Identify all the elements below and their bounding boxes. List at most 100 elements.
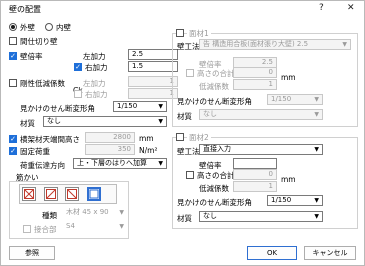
panel1-reduction-label: 低減係数 [199,82,229,91]
fixed-load-input[interactable]: 350 [85,144,135,155]
panel2-shear-select[interactable]: 1/150 ▼ [267,195,323,206]
dialog-window: 壁の配置 ? ✕ 外壁 内壁 間仕切り壁 壁倍率 左加力 2.5 右加力 1.5… [0,0,365,266]
wall-ratio-left-input[interactable]: 2.5 [128,49,178,60]
fixed-load-label: 固定荷重 [20,147,50,156]
load-direction-select[interactable]: 上・下層のはりへ加算 ▼ [73,158,167,169]
chevron-down-icon: ▼ [158,103,163,110]
horizontal-height-checkbox[interactable] [9,135,17,143]
panel1-material-select[interactable]: なし ▼ [199,109,323,120]
outer-wall-radio[interactable] [9,23,17,31]
chevron-down-icon: ▼ [314,96,319,103]
panel1-height-checkbox[interactable] [186,69,194,77]
brace-frame-icon [89,189,99,199]
window-title: 壁の配置 [9,5,41,14]
horizontal-height-unit: mm [139,134,154,143]
reduction-left-label: 左加力 [83,79,106,88]
wall-ratio-right-input[interactable]: 1.5 [128,61,178,72]
brace-none-button[interactable] [22,187,36,201]
brace-joint-select[interactable]: S4 ▼ [63,222,127,233]
panel2-material-select[interactable]: なし ▼ [199,211,323,222]
panel2-height-label: 高さの合計 [197,171,235,180]
cancel-button[interactable]: キャンセル [304,246,356,260]
panel1-height-label: 高さの合計 [197,69,235,78]
chevron-down-icon: ▼ [314,146,319,153]
chevron-down-icon: ▼ [158,118,163,125]
chevron-down-icon: ▼ [342,41,347,48]
panel2-checkbox[interactable] [176,133,184,141]
reduction-right-label: 右加力 [85,90,108,99]
brace-empty-button[interactable] [87,187,101,201]
chevron-down-icon: ▼ [314,111,319,118]
brace-joint-checkbox[interactable] [23,225,31,233]
panel2-method-label: 壁工法 [177,147,200,156]
reduction-right-checkbox[interactable] [74,90,82,98]
brace-diagonal-reverse-icon [67,189,77,199]
panel2-wall-ratio-input[interactable] [233,158,277,169]
panel2-height-checkbox[interactable] [186,171,194,179]
partition-wall-checkbox[interactable] [9,37,17,45]
load-direction-value: 上・下層のはりへ加算 [77,159,147,167]
right-force-checkbox[interactable] [74,63,82,71]
panel1-unit: mm [281,73,296,82]
panel2-title: 面材2 [187,132,211,143]
wall-ratio-right-label: 右加力 [85,63,108,72]
shear-angle-select[interactable]: 1/150 ▼ [113,101,167,112]
material-value: なし [47,117,61,125]
material-select[interactable]: なし ▼ [43,116,167,127]
reduction-left-input[interactable]: 1 [128,76,178,87]
reduction-checkbox[interactable] [9,79,17,87]
horizontal-height-label: 横架材天端間高さ [20,135,80,144]
brace-joint-value: S4 [66,222,75,230]
panel1-height-input[interactable]: 0 [233,67,277,78]
panel1-title: 面材1 [187,28,211,39]
horizontal-height-input[interactable]: 2800 [85,132,135,143]
panel1-shear-value: 1/150 [271,95,292,103]
panel2-unit: mm [281,175,296,184]
panel1-method-select[interactable]: 告 構造用合板(面材張り大壁) 2.5 ▼ [199,39,351,50]
outer-wall-label: 外壁 [20,23,35,32]
brace-diagonal-icon [46,189,56,199]
chevron-down-icon: ▼ [119,223,124,230]
ok-button[interactable]: OK [247,246,297,260]
help-button[interactable]: ? [319,3,324,13]
brace-diagonal-button[interactable] [44,187,58,201]
inner-wall-label: 内壁 [56,23,71,32]
panel2-shear-label: 見かけのせん断変形角 [177,198,252,207]
brace-joint-label: 接合部 [34,225,57,234]
panel1-method-label: 壁工法 [177,42,200,51]
panel2-method-select[interactable]: 直接入力 ▼ [199,144,323,155]
partition-wall-label: 間仕切り壁 [20,37,58,46]
panel1-shear-select[interactable]: 1/150 ▼ [267,94,323,105]
brace-x-icon [24,189,34,199]
reduction-right-input[interactable]: 1 [128,88,178,99]
panel2-reduction-label: 低減係数 [199,184,229,193]
brace-type-select[interactable]: 木材 45 x 90 ▼ [63,208,127,219]
inner-wall-radio[interactable] [45,23,53,31]
panel2-material-value: なし [203,212,217,220]
fixed-load-unit: N/m² [139,146,158,155]
panel2-height-input[interactable]: 0 [233,169,277,180]
shear-angle-label: 見かけのせん断変形角 [20,104,95,113]
chevron-down-icon: ▼ [158,160,163,167]
brace-diagonal-reverse-button[interactable] [65,187,79,201]
panel1-method-value: 告 構造用合板(面材張り大壁) 2.5 [203,40,309,48]
panel1-material-label: 材質 [177,112,192,121]
reduction-label: 剛性低減係数 [20,79,65,88]
panel1-shear-label: 見かけのせん断変形角 [177,97,252,106]
wall-ratio-checkbox[interactable] [9,52,17,60]
reference-button[interactable]: 参照 [9,246,55,260]
wall-ratio-label: 壁倍率 [20,52,43,61]
panel1-checkbox[interactable] [176,29,184,37]
panel2-material-label: 材質 [177,214,192,223]
shear-angle-value: 1/150 [117,102,138,110]
fixed-load-checkbox[interactable] [9,147,17,155]
chevron-down-icon: ▼ [314,197,319,204]
panel1-reduction-input[interactable]: 1 [233,79,277,90]
material-label: 材質 [20,119,35,128]
panel2-reduction-input[interactable]: 1 [233,181,277,192]
chevron-down-icon: ▼ [314,213,319,220]
wall-ratio-left-label: 左加力 [83,52,106,61]
panel2-method-value: 直接入力 [203,145,231,153]
panel2-shear-value: 1/150 [271,196,292,204]
close-button[interactable]: ✕ [347,3,355,13]
